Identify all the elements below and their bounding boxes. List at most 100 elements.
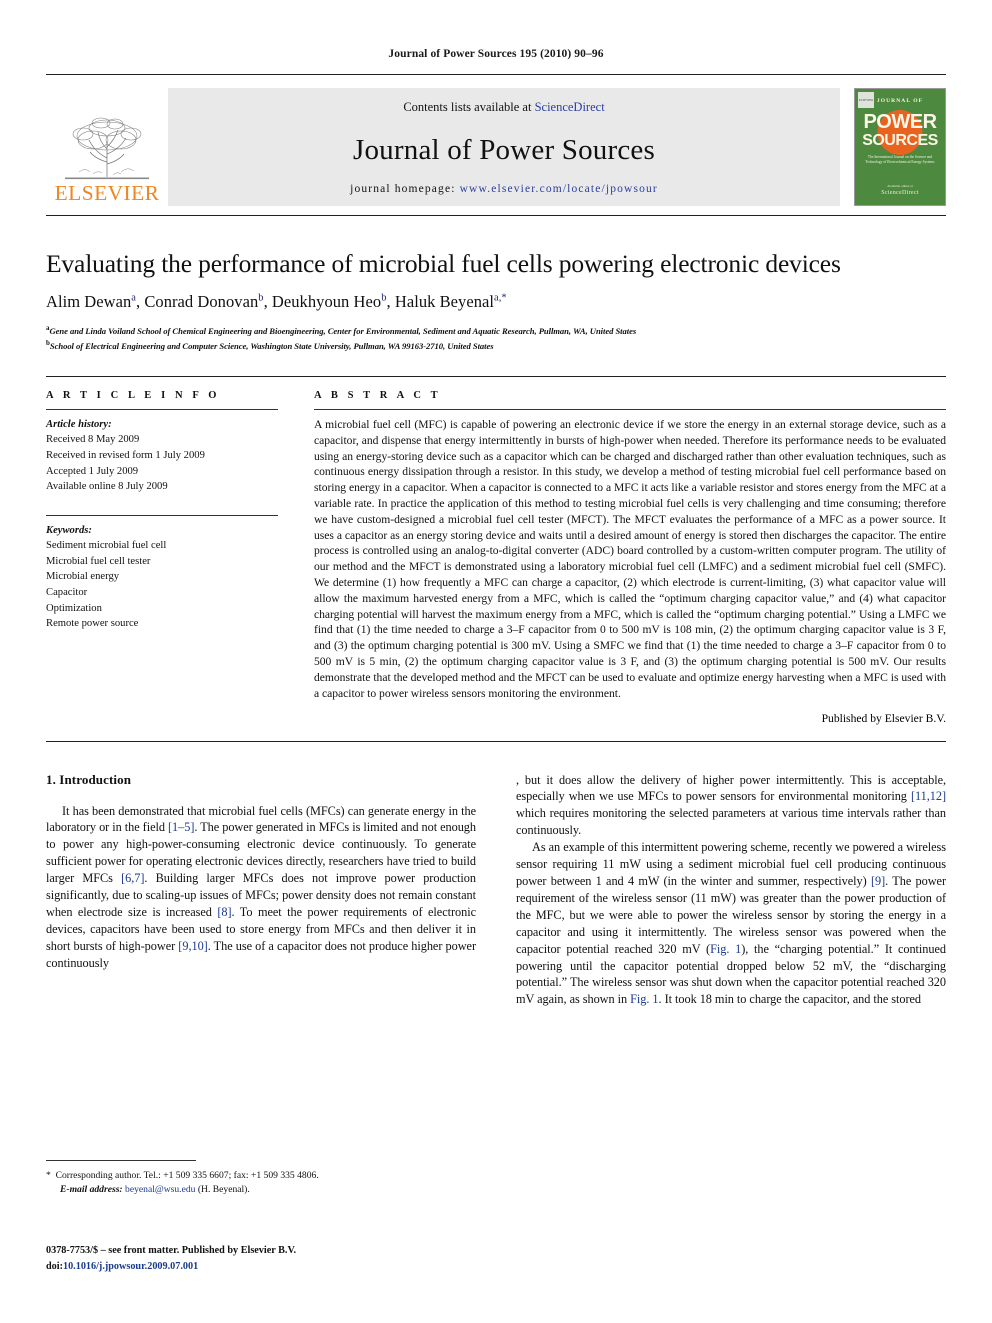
abstract-heading: A B S T R A C T <box>314 389 442 401</box>
footnote-block: * Corresponding author. Tel.: +1 509 335… <box>46 1160 476 1198</box>
cover-subtitle: The International Journal on the Science… <box>865 155 935 165</box>
author-name: Conrad Donovan <box>144 292 259 312</box>
citation-ref[interactable]: [1–5] <box>168 820 194 834</box>
homepage-prefix: journal homepage: <box>350 183 460 195</box>
author-affil-marker[interactable]: b <box>258 293 263 304</box>
title-block: Evaluating the performance of microbial … <box>46 249 946 353</box>
author-name: Haluk Beyenal <box>394 292 495 312</box>
citation-ref[interactable]: [9,10] <box>178 939 207 953</box>
intro-paragraph-1-continued: , but it does allow the delivery of high… <box>516 772 946 840</box>
intro-text-segment: , but it does allow the delivery of high… <box>516 772 946 804</box>
keywords-rule <box>46 514 278 516</box>
contents-prefix: Contents lists available at <box>403 100 535 114</box>
journal-masthead: ELSEVIER Contents lists available at Sci… <box>46 88 946 206</box>
author-affil-marker[interactable]: a <box>131 293 136 304</box>
author-affil-marker[interactable]: a,* <box>494 293 507 304</box>
journal-homepage-link[interactable]: www.elsevier.com/locate/jpowsour <box>460 183 658 195</box>
article-history-label: Article history: <box>46 418 112 430</box>
author-name: Alim Dewan <box>46 292 132 312</box>
body-column-left: 1. Introduction It has been demonstrated… <box>46 772 476 1009</box>
article-history-group: Article history: Received 8 May 2009 Rec… <box>46 417 278 495</box>
footnote-rule <box>46 1160 196 1161</box>
keyword-item: Microbial energy <box>46 571 120 583</box>
body-columns: 1. Introduction It has been demonstrated… <box>46 772 946 1009</box>
corresponding-marker: * <box>46 1170 51 1181</box>
affiliation-item: aGene and Linda Voiland School of Chemic… <box>46 323 946 338</box>
journal-title: Journal of Power Sources <box>353 133 655 166</box>
body-column-gap <box>476 772 516 1009</box>
cover-footer: Available online at ScienceDirect <box>855 184 945 198</box>
citation-ref[interactable]: [9] <box>871 874 885 888</box>
body-column-right: , but it does allow the delivery of high… <box>516 772 946 1009</box>
intro-paragraph-2: As an example of this intermittent power… <box>516 839 946 1008</box>
journal-article-page: Journal of Power Sources 195 (2010) 90–9… <box>0 0 992 1323</box>
author-name: Deukhyoun Heo <box>271 292 382 312</box>
affiliation-text: Gene and Linda Voiland School of Chemica… <box>49 325 637 336</box>
elsevier-wordmark: ELSEVIER <box>54 180 160 205</box>
doi-link[interactable]: 10.1016/j.jpowsour.2009.07.001 <box>63 1261 198 1272</box>
email-owner: (H. Beyenal). <box>197 1184 250 1196</box>
running-head: Journal of Power Sources 195 (2010) 90–9… <box>388 48 604 60</box>
keyword-item: Microbial fuel cell tester <box>46 555 151 567</box>
intro-text-segment: . It took 18 min to charge the capacitor… <box>658 992 922 1007</box>
page-title: Evaluating the performance of microbial … <box>46 249 841 278</box>
figure-ref[interactable]: Fig. 1 <box>630 992 658 1006</box>
info-abstract-row: A R T I C L E I N F O Article history: R… <box>46 390 946 725</box>
email-link[interactable]: beyenal@wsu.edu <box>125 1184 195 1195</box>
author-list: Alim Dewana, Conrad Donovanb, Deukhyoun … <box>46 292 507 312</box>
affiliation-text: School of Electrical Engineering and Com… <box>49 340 494 351</box>
section-heading-introduction: 1. Introduction <box>46 771 132 787</box>
corresponding-author-note: * Corresponding author. Tel.: +1 509 335… <box>46 1169 476 1183</box>
imprint-block: 0378-7753/$ – see front matter. Publishe… <box>46 1243 476 1274</box>
journal-cover-thumbnail: ELSEVIER JOURNAL OF POWER SOURCES The In… <box>854 88 946 206</box>
keyword-item: Capacitor <box>46 586 88 598</box>
journal-homepage-line: journal homepage: www.elsevier.com/locat… <box>350 183 658 195</box>
keyword-item: Sediment microbial fuel cell <box>46 540 167 552</box>
keyword-item: Optimization <box>46 602 102 614</box>
keywords-label: Keywords: <box>46 524 92 536</box>
keywords-group: Keywords: Sediment microbial fuel cell M… <box>46 523 278 632</box>
abstract-text: A microbial fuel cell (MFC) is capable o… <box>314 417 946 700</box>
sciencedirect-link[interactable]: ScienceDirect <box>535 100 605 114</box>
citation-ref[interactable]: [6,7] <box>121 871 144 885</box>
abstract-publisher-line: Published by Elsevier B.V. <box>821 711 946 725</box>
intro-text-segment: which requires monitoring the selected p… <box>516 806 946 838</box>
elsevier-logo: ELSEVIER <box>46 88 168 206</box>
article-info-rule <box>46 408 278 410</box>
article-info-column: A R T I C L E I N F O Article history: R… <box>46 390 278 725</box>
masthead-center: Contents lists available at ScienceDirec… <box>168 88 840 206</box>
history-item: Available online 8 July 2009 <box>46 481 168 493</box>
history-item: Received 8 May 2009 <box>46 434 140 446</box>
intro-paragraph-1: It has been demonstrated that microbial … <box>46 803 476 972</box>
keyword-item: Remote power source <box>46 618 139 630</box>
running-head-rule <box>46 74 946 75</box>
doi-line: doi:10.1016/j.jpowsour.2009.07.001 <box>46 1259 476 1275</box>
email-label: E-mail address: <box>60 1184 123 1196</box>
issn-line: 0378-7753/$ – see front matter. Publishe… <box>46 1245 297 1256</box>
author-affil-marker[interactable]: b <box>381 293 386 304</box>
abstract-bottom-rule <box>46 740 946 742</box>
history-item: Accepted 1 July 2009 <box>46 465 139 477</box>
citation-ref[interactable]: [8] <box>217 905 231 919</box>
corresponding-author-star: * <box>501 292 507 304</box>
cover-title-line2: SOURCES <box>862 132 938 149</box>
cover-title-line1: POWER <box>863 111 937 133</box>
email-note: E-mail address: beyenal@wsu.edu (H. Beye… <box>46 1183 476 1197</box>
abstract-rule <box>314 408 946 410</box>
affiliation-list: aGene and Linda Voiland School of Chemic… <box>46 323 946 353</box>
corresponding-text: Corresponding author. Tel.: +1 509 335 6… <box>55 1170 319 1181</box>
contents-available-line: Contents lists available at ScienceDirec… <box>403 100 604 115</box>
cover-footer-big: ScienceDirect <box>881 190 919 196</box>
affiliation-item: bSchool of Electrical Engineering and Co… <box>46 338 946 353</box>
masthead-rule <box>46 215 946 216</box>
article-info-heading: A R T I C L E I N F O <box>46 389 221 401</box>
column-gap <box>278 390 314 725</box>
info-section-top-rule <box>46 375 946 377</box>
elsevier-tree-icon <box>65 117 149 179</box>
figure-ref[interactable]: Fig. 1 <box>710 942 741 956</box>
citation-ref[interactable]: [11,12] <box>911 789 946 803</box>
cover-brand-top: JOURNAL OF <box>876 98 924 104</box>
abstract-column: A B S T R A C T A microbial fuel cell (M… <box>314 390 946 725</box>
doi-label: doi: <box>46 1260 63 1272</box>
